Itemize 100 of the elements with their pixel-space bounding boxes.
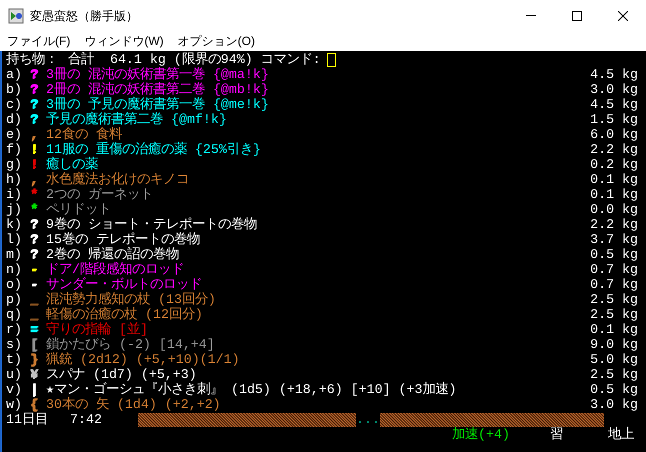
item-weight: 0.1 kg: [590, 172, 638, 187]
item-weight: 3.7 kg: [590, 232, 638, 247]
item-symbol: ?: [30, 67, 39, 82]
item-symbol: _: [30, 307, 39, 322]
inventory-label: 持ち物：: [6, 52, 58, 67]
item-weight: 0.7 kg: [590, 277, 638, 292]
item-name: スパナ (1d7) (+5,+3): [46, 367, 197, 382]
item-weight: 0.0 kg: [590, 202, 638, 217]
item-weight: 2.5 kg: [590, 292, 638, 307]
item-name: 3冊の 予見の魔術書第一巻 {@me!k}: [46, 97, 269, 112]
item-symbol: |: [30, 382, 39, 397]
item-name: 癒しの薬: [46, 157, 98, 172]
item-letter[interactable]: u): [6, 367, 30, 382]
item-letter[interactable]: j): [6, 202, 30, 217]
item-letter[interactable]: o): [6, 277, 30, 292]
window-title: 変愚蛮怒（勝手版）: [30, 8, 138, 24]
item-letter[interactable]: g): [6, 157, 30, 172]
item-name: 守りの指輪 [並]: [46, 322, 148, 337]
item-letter[interactable]: l): [6, 232, 30, 247]
item-letter[interactable]: w): [6, 397, 30, 412]
item-letter[interactable]: t): [6, 352, 30, 367]
item-symbol: !: [30, 157, 39, 172]
item-name: ペリドット: [46, 202, 111, 217]
item-name: 11服の 重傷の治癒の薬 {25%引き}: [46, 142, 261, 157]
item-symbol: [: [30, 337, 39, 352]
item-symbol: ?: [30, 82, 39, 97]
item-name: 9巻の ショート・テレポートの巻物: [46, 217, 257, 232]
minimize-icon: [526, 15, 536, 16]
item-weight: 2.2 kg: [590, 217, 638, 232]
item-name: 2冊の 混沌の妖術書第二巻 {@mb!k}: [46, 82, 269, 97]
item-letter[interactable]: h): [6, 172, 30, 187]
item-letter[interactable]: c): [6, 97, 30, 112]
item-weight: 1.5 kg: [590, 112, 638, 127]
item-symbol: ?: [30, 217, 39, 232]
item-name: ドア/階段感知のロッド: [46, 262, 184, 277]
item-symbol: =: [30, 322, 39, 337]
item-name: 混沌勢力感知の杖 (13回分): [46, 292, 216, 307]
item-weight: 5.0 kg: [590, 352, 638, 367]
item-name: 鎖かたびら (-2) [14,+4]: [46, 337, 215, 352]
item-symbol: *: [30, 187, 39, 202]
menu-item[interactable]: ウィンドウ(W): [77, 32, 171, 50]
study-status: 習: [550, 427, 563, 442]
item-name: 軽傷の治癒の杖 (12回分): [46, 307, 203, 322]
item-weight: 6.0 kg: [590, 127, 638, 142]
item-name: 12食の 食料: [46, 127, 122, 142]
item-symbol: !: [30, 142, 39, 157]
item-letter[interactable]: f): [6, 142, 30, 157]
item-symbol: ?: [30, 247, 39, 262]
item-symbol: -: [30, 262, 39, 277]
item-letter[interactable]: b): [6, 82, 30, 97]
map-gap: ...: [356, 412, 380, 427]
item-name: 30本の 矢 (1d4) (+2,+2): [46, 397, 221, 412]
close-icon: [618, 10, 628, 20]
speed-status: 加速(+4): [452, 427, 510, 442]
item-letter[interactable]: i): [6, 187, 30, 202]
game-time: 7:42: [70, 412, 103, 427]
item-weight: 2.5 kg: [590, 367, 638, 382]
menu-item[interactable]: ファイル(F): [0, 32, 78, 50]
item-letter[interactable]: n): [6, 262, 30, 277]
maximize-icon: [572, 10, 582, 20]
item-letter[interactable]: m): [6, 247, 30, 262]
item-symbol: ,: [30, 127, 39, 142]
item-letter[interactable]: v): [6, 382, 30, 397]
item-symbol: _: [30, 292, 39, 307]
day-counter: 11日目: [6, 412, 49, 427]
item-weight: 0.5 kg: [590, 382, 638, 397]
item-weight: 4.5 kg: [590, 97, 638, 112]
item-symbol: ?: [30, 232, 39, 247]
item-letter[interactable]: s): [6, 337, 30, 352]
app-icon: [8, 8, 24, 24]
item-letter[interactable]: q): [6, 307, 30, 322]
item-weight: 3.0 kg: [590, 397, 638, 412]
item-weight: 0.7 kg: [590, 262, 638, 277]
item-symbol: ¥: [30, 367, 39, 382]
item-name: 15巻の テレポートの巻物: [46, 232, 200, 247]
item-symbol: *: [30, 202, 39, 217]
item-name: 水色魔法お化けのキノコ: [46, 172, 189, 187]
item-weight: 0.1 kg: [590, 322, 638, 337]
item-letter[interactable]: e): [6, 127, 30, 142]
item-symbol: ?: [30, 112, 39, 127]
item-symbol: -: [30, 277, 39, 292]
item-weight: 3.0 kg: [590, 82, 638, 97]
item-symbol: ,: [30, 172, 39, 187]
item-weight: 9.0 kg: [590, 337, 638, 352]
item-name: 猟銃 (2d12) (+5,+10)(1/1): [46, 352, 240, 367]
item-letter[interactable]: a): [6, 67, 30, 82]
item-letter[interactable]: r): [6, 322, 30, 337]
item-symbol: {: [30, 397, 39, 412]
item-weight: 2.5 kg: [590, 307, 638, 322]
item-letter[interactable]: p): [6, 292, 30, 307]
item-weight: 4.5 kg: [590, 67, 638, 82]
item-symbol: ?: [30, 97, 39, 112]
item-letter[interactable]: d): [6, 112, 30, 127]
item-symbol: }: [30, 352, 39, 367]
item-letter[interactable]: k): [6, 217, 30, 232]
dungeon-level: 地上: [608, 427, 634, 442]
item-weight: 0.5 kg: [590, 247, 638, 262]
menu-item[interactable]: オプション(O): [170, 32, 262, 50]
item-name: サンダー・ボルトのロッド: [46, 277, 202, 292]
item-weight: 0.2 kg: [590, 157, 638, 172]
